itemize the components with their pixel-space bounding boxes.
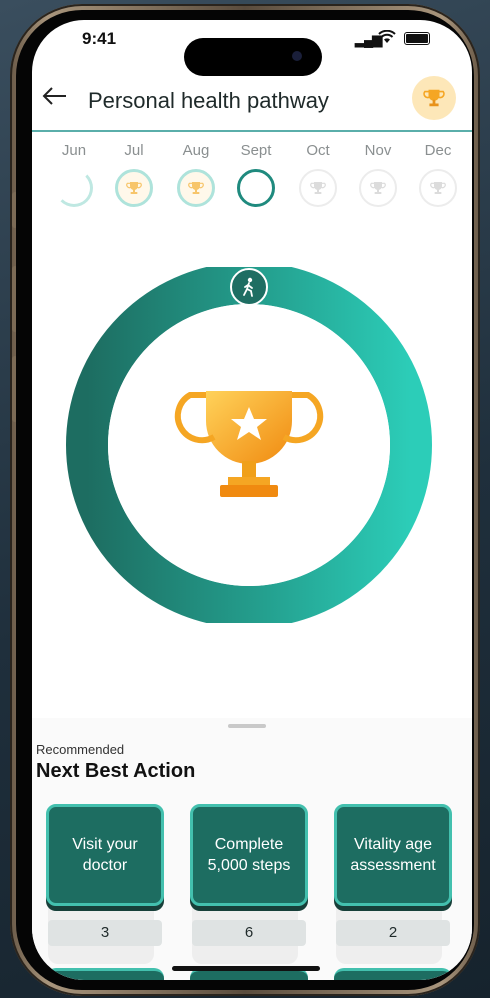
progress-ring — [66, 267, 432, 623]
action-label-line1: Complete — [214, 836, 284, 853]
achieved-trophy-icon — [115, 169, 153, 207]
month-label: Dec — [424, 142, 452, 159]
month-item-oct[interactable]: Oct — [290, 142, 346, 207]
sheet-drag-handle[interactable] — [228, 724, 266, 728]
month-label: Nov — [364, 142, 392, 159]
action-label-line1: Vitality age — [354, 836, 432, 853]
walking-person-icon — [230, 268, 268, 306]
action-card-visit-doctor[interactable]: Visit your doctor — [46, 804, 164, 906]
status-bar: 9:41 ▂▄▆ — [32, 20, 472, 76]
app-screen: 9:41 ▂▄▆ Personal health pathway Jun Jul A… — [32, 20, 472, 980]
recommendations-sheet: Recommended Next Best Action Visit your d… — [32, 718, 472, 980]
next-best-action-heading: Next Best Action — [36, 760, 196, 782]
battery-icon — [404, 32, 430, 45]
action-label-line2: assessment — [350, 857, 436, 874]
month-label: Aug — [182, 142, 210, 159]
action-count: 6 — [192, 920, 306, 946]
next-row-card[interactable] — [334, 968, 452, 980]
month-label: Jun — [61, 142, 87, 159]
action-label-line1: Visit your — [72, 836, 138, 853]
achieved-trophy-icon — [177, 169, 215, 207]
app-header: Personal health pathway — [32, 76, 472, 132]
trophy-badge-button[interactable] — [412, 76, 456, 120]
month-item-jul[interactable]: Jul — [106, 142, 162, 207]
month-item-jun[interactable]: Jun — [46, 142, 102, 207]
month-timeline: Jun Jul Aug Sept Oct Nov Dec — [32, 142, 472, 212]
trophy-icon — [423, 89, 445, 107]
locked-trophy-icon — [419, 169, 457, 207]
action-label-line2: 5,000 steps — [207, 857, 291, 874]
month-item-sept[interactable]: Sept — [228, 142, 284, 207]
action-card-vitality-age[interactable]: Vitality age assessment — [334, 804, 452, 906]
page-title: Personal health pathway — [88, 88, 329, 113]
locked-trophy-icon — [299, 169, 337, 207]
action-count: 3 — [48, 920, 162, 946]
month-item-nov[interactable]: Nov — [350, 142, 406, 207]
month-label: Oct — [306, 142, 330, 159]
next-row-card[interactable] — [46, 968, 164, 980]
month-label: Jul — [124, 142, 144, 159]
recommended-label: Recommended — [36, 742, 125, 757]
home-indicator[interactable] — [172, 966, 320, 971]
dynamic-island — [184, 38, 322, 76]
locked-trophy-icon — [359, 169, 397, 207]
month-item-dec[interactable]: Dec — [410, 142, 466, 207]
camera-icon — [292, 51, 302, 61]
action-label-line2: doctor — [82, 857, 128, 874]
month-item-aug[interactable]: Aug — [168, 142, 224, 207]
partial-progress-ring-icon — [55, 169, 93, 207]
action-count: 2 — [336, 920, 450, 946]
month-label: Sept — [240, 142, 272, 159]
action-card-complete-steps[interactable]: Complete 5,000 steps — [190, 804, 308, 906]
current-month-ring-icon — [237, 169, 275, 207]
wifi-icon — [378, 29, 396, 48]
back-arrow-icon[interactable] — [40, 84, 68, 115]
status-time: 9:41 — [82, 29, 117, 48]
